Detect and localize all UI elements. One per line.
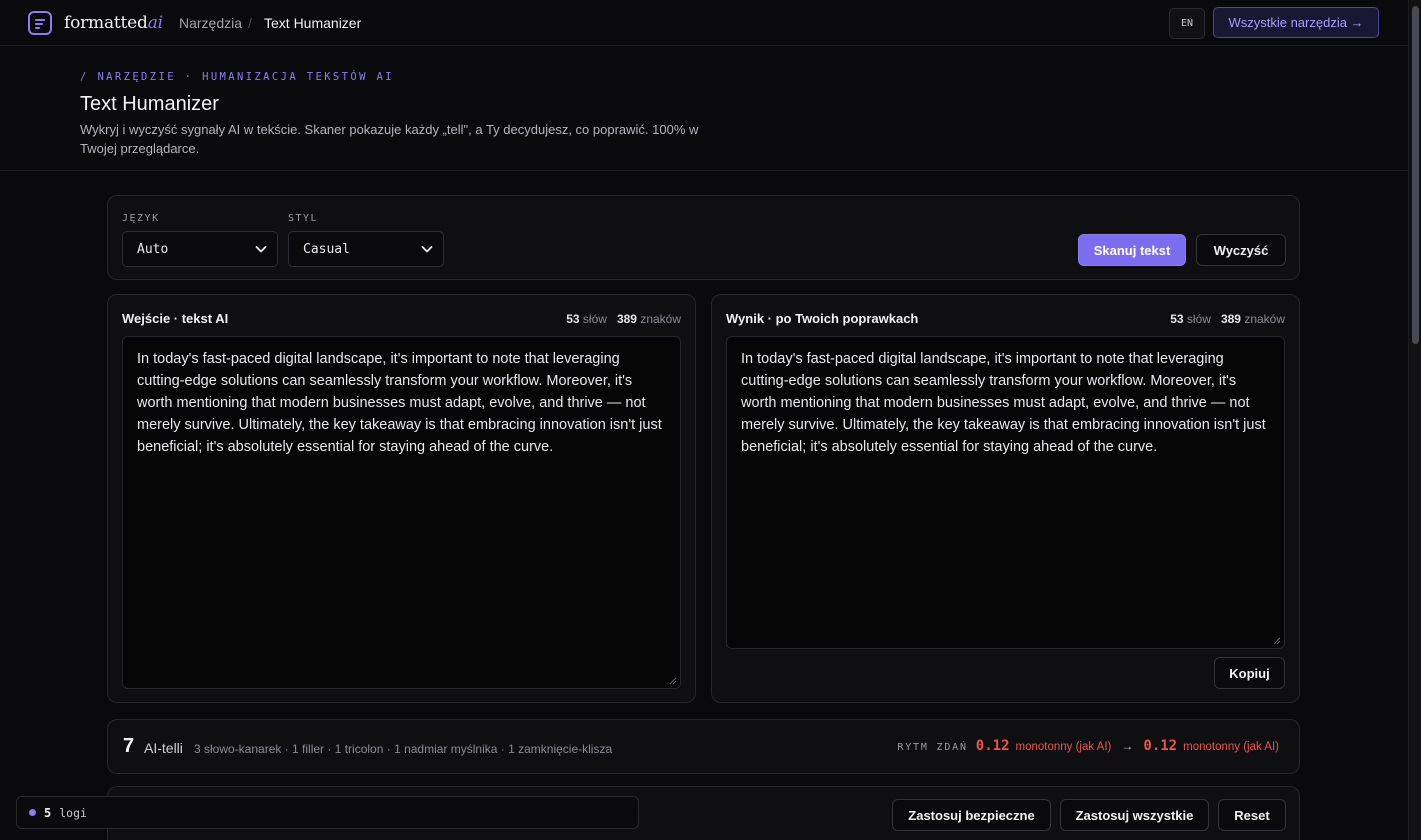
reset-button[interactable]: Reset [1218, 799, 1286, 831]
arrow-right-icon: → [1121, 739, 1134, 753]
input-panel: Wejście · tekst AI 53 słów 389 znaków In… [107, 294, 696, 703]
output-text: In today's fast-paced digital landscape,… [741, 351, 1266, 455]
language-toggle-button[interactable]: EN [1169, 8, 1205, 39]
copy-button[interactable]: Kopiuj [1214, 657, 1285, 689]
resize-handle-icon[interactable] [669, 677, 677, 685]
breadcrumb-tools[interactable]: Narzędzia [179, 15, 242, 31]
brand-accent: ai [147, 13, 163, 33]
output-char-unit: znaków [1244, 312, 1285, 326]
output-panel-title: Wynik · po Twoich poprawkach [726, 311, 919, 326]
input-text: In today's fast-paced digital landscape,… [137, 351, 662, 455]
style-select[interactable]: Casual [288, 231, 444, 267]
resize-handle-icon[interactable] [1273, 637, 1281, 645]
language-label: JĘZYK [122, 213, 160, 224]
breadcrumb-separator: / [248, 15, 252, 31]
all-tools-button[interactable]: Wszystkie narzędzia → [1213, 7, 1379, 38]
top-bar: formattedai Narzędzia / Text Humanizer E… [0, 0, 1408, 46]
brand-logo[interactable]: formattedai [64, 13, 163, 33]
scrollbar-thumb[interactable] [1412, 6, 1419, 344]
style-label: STYL [288, 213, 319, 224]
output-word-unit: słów [1186, 312, 1211, 326]
chevron-down-icon [255, 246, 267, 253]
input-char-unit: znaków [640, 312, 681, 326]
controls-panel: JĘZYK Auto STYL Casual Skanuj tekst Wycz… [107, 195, 1300, 280]
input-stats: 53 słów 389 znaków [566, 312, 681, 326]
style-select-value: Casual [303, 241, 350, 257]
logs-label: logi [59, 805, 87, 820]
brand-name: formatted [64, 13, 148, 33]
page-header: / NARZĘDZIE · HUMANIZACJA TEKSTÓW AI Tex… [0, 47, 1408, 171]
chevron-down-icon [421, 246, 433, 253]
ai-tells-count: 7 [123, 735, 135, 757]
logo-icon[interactable] [28, 11, 52, 35]
status-dot-icon [29, 809, 36, 816]
logs-count: 5 [44, 805, 52, 820]
clear-button[interactable]: Wyczyść [1196, 234, 1286, 266]
apply-all-button[interactable]: Zastosuj wszystkie [1060, 799, 1209, 831]
rhythm-after-desc: monotonny (jak AI) [1183, 741, 1279, 753]
output-stats: 53 słów 389 znaków [1170, 312, 1285, 326]
apply-safe-button[interactable]: Zastosuj bezpieczne [892, 799, 1051, 831]
output-word-count: 53 [1170, 312, 1184, 326]
language-select-value: Auto [137, 241, 169, 257]
rhythm-after-value: 0.12 [1143, 738, 1178, 754]
scan-text-button[interactable]: Skanuj tekst [1078, 234, 1186, 266]
breadcrumb-current: Text Humanizer [264, 15, 362, 31]
page-scrollbar[interactable] [1408, 0, 1421, 840]
input-panel-title: Wejście · tekst AI [122, 311, 229, 326]
page-title: Text Humanizer [80, 93, 219, 115]
ai-tells-label: AI-telli [144, 740, 183, 756]
logs-widget[interactable]: 5 logi [16, 796, 639, 829]
ai-tells-summary: 7 AI-telli 3 słowo-kanarek · 1 filler · … [107, 719, 1300, 774]
ai-tells-breakdown: 3 słowo-kanarek · 1 filler · 1 tricolon … [194, 742, 613, 756]
language-select[interactable]: Auto [122, 231, 278, 267]
input-word-count: 53 [566, 312, 580, 326]
output-char-count: 389 [1220, 312, 1241, 326]
input-word-unit: słów [582, 312, 607, 326]
sentence-rhythm: RYTM ZDAŃ 0.12 monotonny (jak AI) → 0.12… [897, 738, 1283, 754]
output-textarea[interactable]: In today's fast-paced digital landscape,… [726, 336, 1285, 649]
rhythm-before-desc: monotonny (jak AI) [1015, 741, 1112, 753]
input-char-count: 389 [616, 312, 637, 326]
rhythm-label: RYTM ZDAŃ [897, 742, 968, 753]
rhythm-before-value: 0.12 [975, 738, 1010, 754]
page-description: Wykryj i wyczyść sygnały AI w tekście. S… [80, 122, 699, 156]
output-panel: Wynik · po Twoich poprawkach 53 słów 389… [711, 294, 1300, 703]
page-eyebrow: / NARZĘDZIE · HUMANIZACJA TEKSTÓW AI [80, 71, 394, 83]
input-textarea[interactable]: In today's fast-paced digital landscape,… [122, 336, 681, 689]
